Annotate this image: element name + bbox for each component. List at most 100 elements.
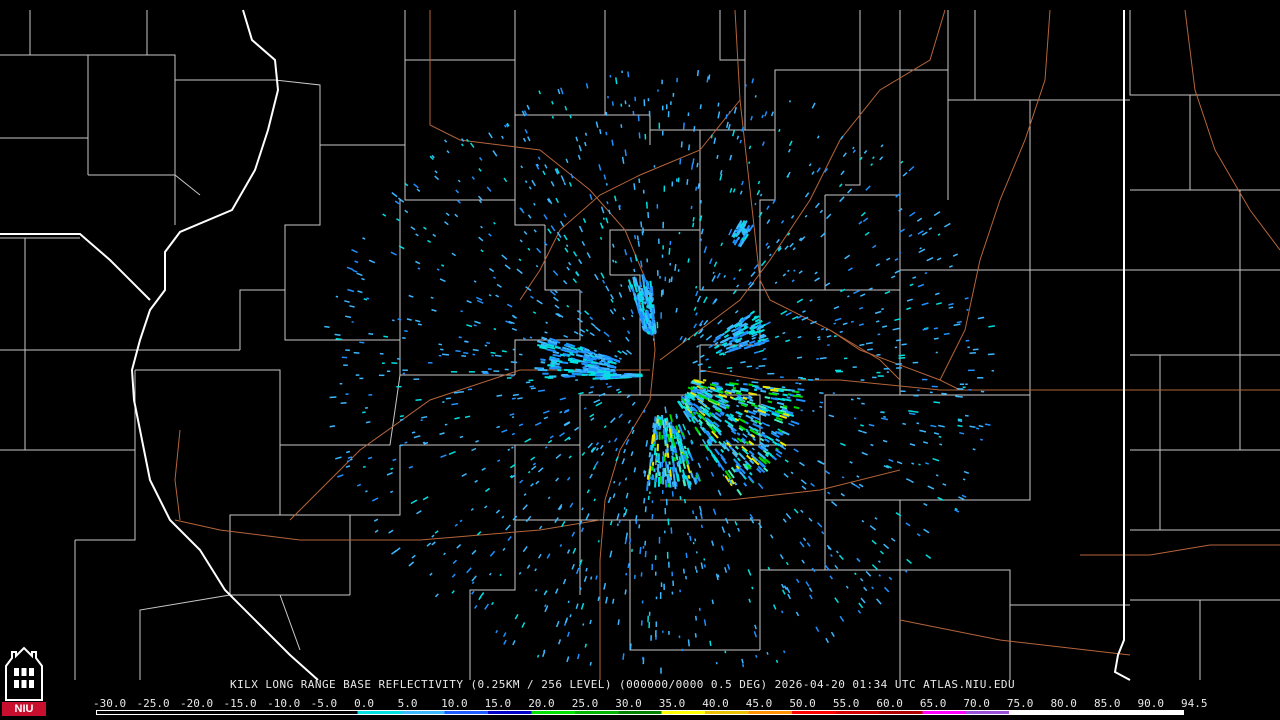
echo-speck [800,509,804,514]
echo-cluster [792,394,798,398]
echo-speck [456,544,462,549]
echo-speck [547,496,551,500]
echo-speck [948,265,953,268]
echo-speck [550,225,556,232]
echo-speck [738,268,742,272]
echo-speck [544,446,548,449]
echo-speck [486,186,492,192]
echo-cluster [584,347,589,352]
echo-speck [953,323,961,327]
echo-speck [627,71,630,78]
echo-cluster [736,394,742,398]
echo-speck [399,418,404,421]
echo-speck [624,249,628,256]
echo-speck [365,490,368,493]
echo-speck [972,348,979,351]
echo-speck [396,218,400,222]
echo-speck [404,182,409,187]
echo-speck [461,138,465,142]
echo-speck [454,523,458,527]
echo-cluster [668,477,672,488]
echo-speck [916,422,920,425]
echo-cluster [652,433,656,442]
echo-cluster [686,464,691,474]
echo-speck [329,425,336,428]
echo-cluster [770,388,779,392]
echo-speck [631,314,634,318]
echo-speck [687,429,691,436]
echo-cluster [738,452,746,461]
echo-cluster [771,455,778,461]
echo-speck [434,530,439,534]
echo-speck [788,140,793,147]
echo-speck [988,325,996,328]
echo-speck [935,474,939,477]
echo-speck [590,322,596,327]
echo-speck [789,242,794,248]
echo-speck [417,267,421,270]
echo-speck [700,228,704,235]
echo-speck [534,421,542,426]
echo-speck [408,294,414,298]
echo-speck [472,348,479,352]
echo-speck [329,396,337,399]
echo-speck [933,327,939,330]
echo-speck [478,596,482,601]
echo-cluster [684,474,688,480]
echo-speck [410,226,416,231]
echo-speck [575,603,579,610]
echo-speck [563,234,568,241]
echo-speck [713,137,717,144]
echo-speck [481,467,486,471]
echo-speck [600,451,605,456]
echo-cluster [768,392,778,396]
echo-speck [593,399,601,404]
echo-speck [876,598,882,605]
echo-cluster [748,395,752,399]
echo-speck [354,260,359,264]
echo-speck [711,599,714,605]
echo-speck [536,247,542,254]
echo-speck [458,336,462,339]
echo-speck [578,391,584,395]
echo-speck [585,83,589,89]
echo-cluster [759,437,765,442]
echo-cluster [738,341,743,346]
echo-speck [624,149,627,157]
county-line [974,10,1130,101]
echo-cluster [764,438,770,443]
echo-speck [471,575,477,582]
echo-speck [964,414,969,417]
echo-speck [615,447,618,452]
echo-speck [785,311,792,317]
echo-speck [840,170,845,176]
echo-speck [564,105,568,111]
echo-speck [694,566,697,570]
echo-cluster [753,388,758,392]
echo-speck [682,423,687,431]
echo-speck [512,640,516,646]
echo-speck [700,524,704,529]
echo-speck [445,212,450,217]
echo-speck [415,319,421,323]
echo-speck [454,416,460,420]
echo-speck [787,148,791,153]
echo-speck [671,481,674,488]
echo-speck [831,500,838,507]
echo-speck [748,161,751,164]
echo-speck [959,431,965,435]
echo-speck [337,474,344,478]
echo-speck [687,337,691,341]
echo-speck [471,549,477,555]
echo-speck [394,200,400,205]
echo-cluster [727,347,738,353]
county-line [399,340,515,376]
echo-speck [559,411,563,414]
echo-speck [434,170,438,174]
echo-speck [815,626,820,632]
echo-speck [470,508,474,511]
echo-speck [934,292,940,296]
echo-speck [933,401,941,404]
echo-speck [466,567,472,574]
echo-speck [510,361,518,364]
